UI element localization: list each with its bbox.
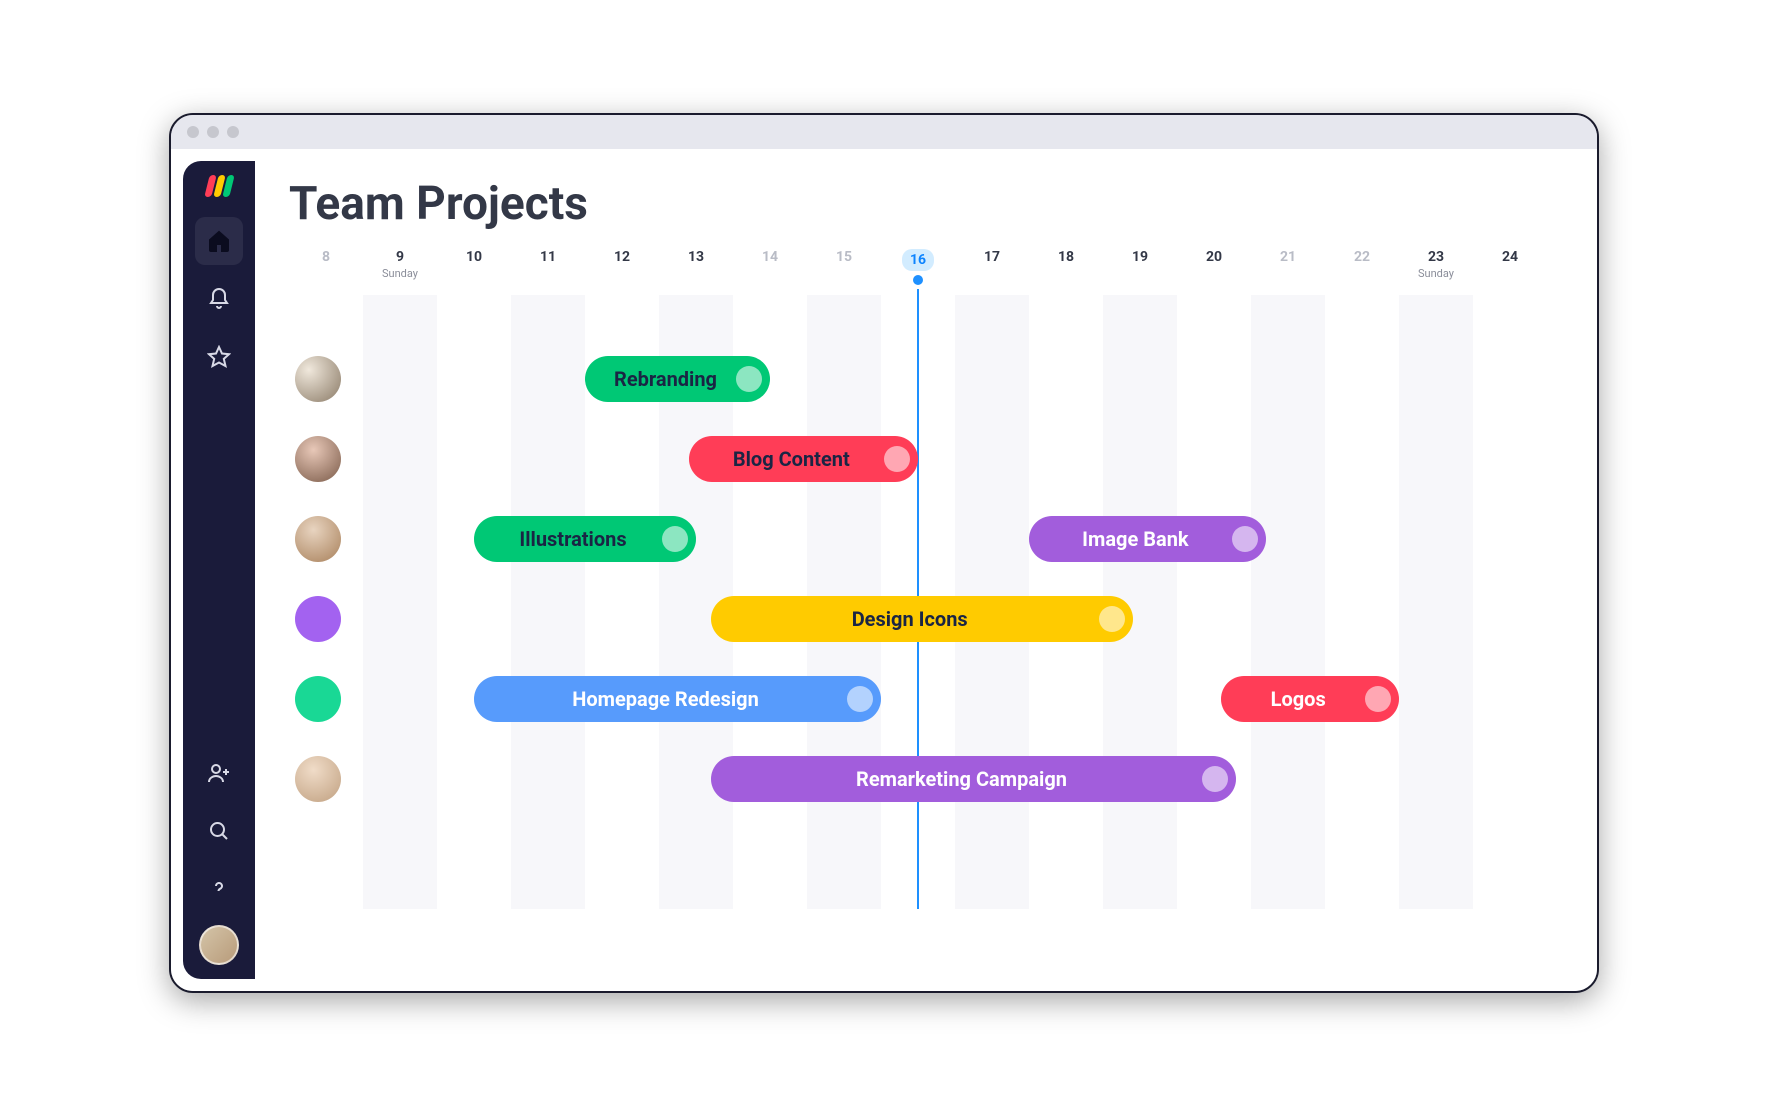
- timeline-row: Homepage Redesign Logos: [289, 659, 1597, 739]
- timeline-row: Design Icons: [289, 579, 1597, 659]
- assignee-avatar[interactable]: [295, 756, 341, 802]
- nav-favorites[interactable]: [195, 333, 243, 381]
- sidebar: [183, 161, 255, 979]
- task-bar[interactable]: Rebranding: [585, 356, 770, 402]
- nav-search[interactable]: [195, 807, 243, 855]
- task-label: Blog Content: [713, 447, 884, 471]
- day-column: 11: [511, 249, 585, 299]
- day-column: 14: [733, 249, 807, 299]
- user-plus-icon: [207, 761, 231, 785]
- day-column: 19: [1103, 249, 1177, 299]
- day-number: 10: [437, 249, 511, 265]
- task-bar[interactable]: Illustrations: [474, 516, 696, 562]
- day-number: 11: [511, 249, 585, 265]
- today-indicator: 16: [902, 249, 934, 271]
- task-handle-icon[interactable]: [1232, 526, 1258, 552]
- star-icon: [207, 345, 231, 369]
- day-column: 9 Sunday: [363, 249, 437, 299]
- assignee-avatar[interactable]: [295, 436, 341, 482]
- task-label: Homepage Redesign: [498, 687, 847, 711]
- home-icon: [207, 229, 231, 253]
- app-window: Team Projects 89Sunday101112131415161718…: [169, 113, 1599, 993]
- day-column: 8: [289, 249, 363, 299]
- timeline: 89Sunday1011121314151617181920212223Sund…: [289, 249, 1597, 909]
- day-number: 23: [1399, 249, 1473, 265]
- task-handle-icon[interactable]: [736, 366, 762, 392]
- task-bar[interactable]: Logos: [1221, 676, 1399, 722]
- task-label: Illustrations: [498, 527, 662, 551]
- day-column: 24: [1473, 249, 1547, 299]
- day-number: 18: [1029, 249, 1103, 265]
- day-column: 15: [807, 249, 881, 299]
- day-number: 17: [955, 249, 1029, 265]
- task-label: Design Icons: [735, 607, 1099, 631]
- day-column: 10: [437, 249, 511, 299]
- app-body: Team Projects 89Sunday101112131415161718…: [171, 149, 1597, 991]
- nav-invite[interactable]: [195, 749, 243, 797]
- nav-notifications[interactable]: [195, 275, 243, 323]
- day-number: 14: [733, 249, 807, 265]
- traffic-light-minimize[interactable]: [207, 126, 219, 138]
- task-bar[interactable]: Homepage Redesign: [474, 676, 881, 722]
- task-handle-icon[interactable]: [884, 446, 910, 472]
- task-bar[interactable]: Design Icons: [711, 596, 1133, 642]
- timeline-days-header: 89Sunday1011121314151617181920212223Sund…: [289, 249, 1597, 299]
- window-titlebar: [171, 115, 1597, 149]
- assignee-avatar[interactable]: [295, 516, 341, 562]
- day-column: 18: [1029, 249, 1103, 299]
- day-number: 19: [1103, 249, 1177, 265]
- task-handle-icon[interactable]: [1099, 606, 1125, 632]
- timeline-row: Blog Content: [289, 419, 1597, 499]
- day-number: 22: [1325, 249, 1399, 265]
- assignee-avatar[interactable]: [295, 596, 341, 642]
- task-handle-icon[interactable]: [662, 526, 688, 552]
- day-number: 20: [1177, 249, 1251, 265]
- nav-help[interactable]: [195, 865, 243, 913]
- traffic-light-close[interactable]: [187, 126, 199, 138]
- task-handle-icon[interactable]: [1365, 686, 1391, 712]
- timeline-row: Rebranding: [289, 339, 1597, 419]
- day-column: 23 Sunday: [1399, 249, 1473, 299]
- day-number: 21: [1251, 249, 1325, 265]
- task-bar[interactable]: Blog Content: [689, 436, 918, 482]
- day-sublabel: Sunday: [1399, 267, 1473, 280]
- day-sublabel: Sunday: [363, 267, 437, 280]
- assignee-avatar[interactable]: [295, 676, 341, 722]
- current-user-avatar[interactable]: [199, 925, 239, 965]
- day-number: 13: [659, 249, 733, 265]
- day-column: 13: [659, 249, 733, 299]
- timeline-row: Illustrations Image Bank: [289, 499, 1597, 579]
- nav-home[interactable]: [195, 217, 243, 265]
- main-content: Team Projects 89Sunday101112131415161718…: [255, 149, 1597, 991]
- day-column: 22: [1325, 249, 1399, 299]
- day-column: 17: [955, 249, 1029, 299]
- timeline-chart: Rebranding Blog Content Illustrations Image…: [289, 299, 1597, 909]
- task-bar[interactable]: Remarketing Campaign: [711, 756, 1236, 802]
- traffic-light-zoom[interactable]: [227, 126, 239, 138]
- day-number: 9: [363, 249, 437, 265]
- day-number: 15: [807, 249, 881, 265]
- task-bar[interactable]: Image Bank: [1029, 516, 1266, 562]
- day-number: 12: [585, 249, 659, 265]
- task-handle-icon[interactable]: [1202, 766, 1228, 792]
- assignee-avatar[interactable]: [295, 356, 341, 402]
- task-handle-icon[interactable]: [847, 686, 873, 712]
- day-column: 21: [1251, 249, 1325, 299]
- bell-icon: [207, 287, 231, 311]
- task-label: Image Bank: [1053, 527, 1232, 551]
- task-label: Rebranding: [609, 367, 736, 391]
- help-icon: [207, 877, 231, 901]
- search-icon: [207, 819, 231, 843]
- task-label: Remarketing Campaign: [735, 767, 1202, 791]
- app-logo-icon[interactable]: [207, 175, 232, 197]
- day-number: 24: [1473, 249, 1547, 265]
- day-column: 12: [585, 249, 659, 299]
- page-title: Team Projects: [289, 177, 1597, 231]
- day-column: 20: [1177, 249, 1251, 299]
- task-label: Logos: [1245, 687, 1365, 711]
- timeline-row: Remarketing Campaign: [289, 739, 1597, 819]
- day-number: 8: [289, 249, 363, 265]
